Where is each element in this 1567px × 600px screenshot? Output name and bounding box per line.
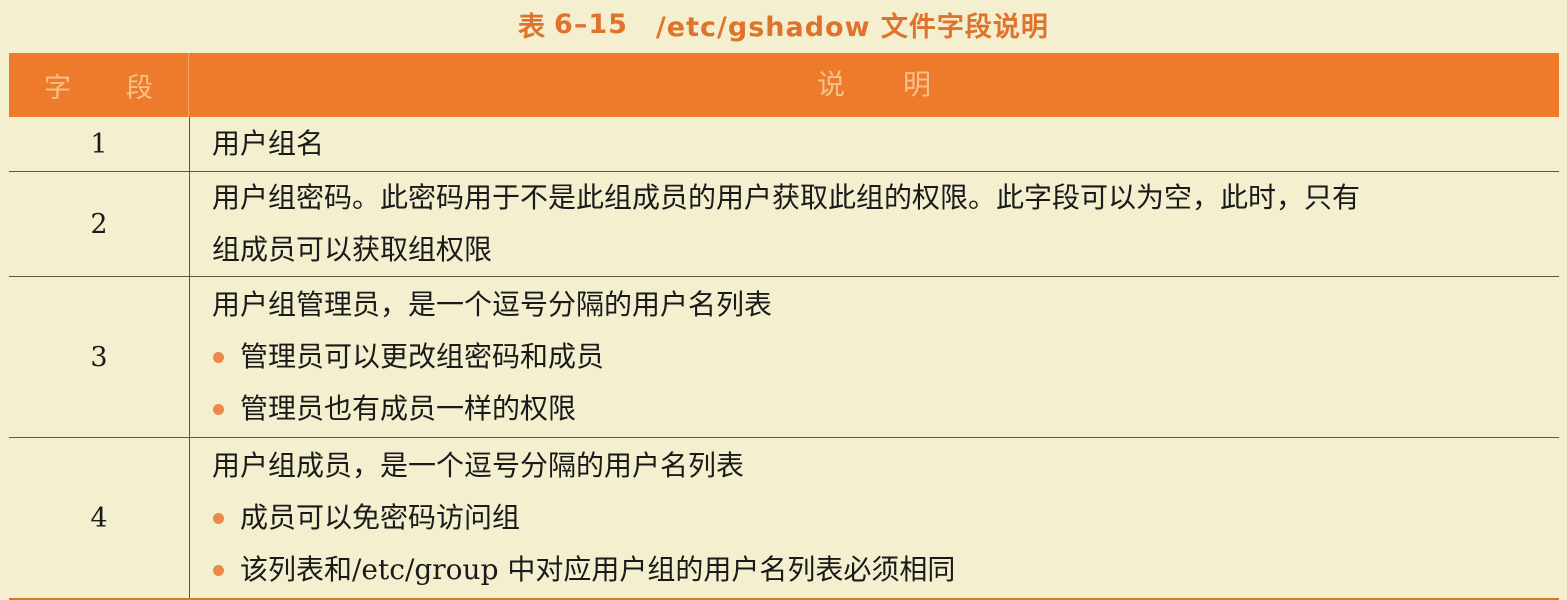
field-description: 用户组名 (190, 117, 1559, 171)
bullet-item: 管理员也有成员一样的权限 (212, 383, 1559, 435)
bullet-item: 成员可以免密码访问组 (212, 492, 1559, 544)
field-number: 1 (9, 117, 190, 171)
header-desc-char-1: 说 (816, 68, 845, 101)
table-header-row: 字 段 说 明 (9, 53, 1559, 117)
field-description: 用户组管理员，是一个逗号分隔的用户名列表 管理员可以更改组密码和成员 管理员也有… (190, 277, 1559, 437)
table-row: 1 用户组名 (9, 117, 1559, 172)
bullet-item: 该列表和/etc/group 中对应用户组的用户名列表必须相同 (212, 544, 1559, 596)
caption-label: 表 (518, 11, 547, 43)
table-row: 4 用户组成员，是一个逗号分隔的用户名列表 成员可以免密码访问组 该列表和/et… (9, 438, 1559, 598)
bullet-dot-icon (213, 512, 224, 524)
field-description: 用户组成员，是一个逗号分隔的用户名列表 成员可以免密码访问组 该列表和/etc/… (190, 438, 1559, 598)
header-field: 字 段 (9, 53, 189, 117)
table-row: 3 用户组管理员，是一个逗号分隔的用户名列表 管理员可以更改组密码和成员 管理员… (9, 277, 1559, 438)
field-number: 4 (9, 438, 190, 598)
caption-title: /etc/gshadow 文件字段说明 (655, 11, 1049, 43)
bullet-text: 该列表和/etc/group 中对应用户组的用户名列表必须相同 (240, 553, 956, 586)
bullet-dot-icon (213, 403, 224, 415)
field-description: 用户组密码。此密码用于不是此组成员的用户获取此组的权限。此字段可以为空，此时，只… (190, 172, 1559, 276)
table-row: 2 用户组密码。此密码用于不是此组成员的用户获取此组的权限。此字段可以为空，此时… (9, 172, 1559, 277)
bullet-dot-icon (213, 564, 224, 576)
bullet-dot-icon (213, 351, 224, 363)
field-number: 2 (9, 172, 190, 276)
bullet-text: 管理员也有成员一样的权限 (240, 392, 577, 425)
header-desc-char-2: 明 (903, 68, 932, 101)
description-line: 组成员可以获取组权限 (212, 233, 493, 266)
description-line: 用户组名 (212, 127, 325, 160)
bullet-text: 管理员可以更改组密码和成员 (240, 340, 605, 373)
header-field-char-1: 字 (44, 72, 71, 104)
description-line: 用户组管理员，是一个逗号分隔的用户名列表 (212, 288, 773, 321)
description-line: 用户组成员，是一个逗号分隔的用户名列表 (212, 449, 745, 482)
header-description: 说 明 (189, 53, 1559, 117)
header-field-char-2: 段 (126, 72, 153, 104)
bullet-item: 管理员可以更改组密码和成员 (212, 331, 1559, 383)
description-line: 用户组密码。此密码用于不是此组成员的用户获取此组的权限。此字段可以为空，此时，只… (212, 181, 1361, 214)
field-number: 3 (9, 277, 190, 437)
table-caption: 表 6–15 /etc/gshadow 文件字段说明 (0, 0, 1567, 48)
gshadow-fields-table: 字 段 说 明 1 用户组名 2 用户组密码。此密码用于不是此组成员的用户获取此… (9, 53, 1559, 600)
bullet-text: 成员可以免密码访问组 (240, 501, 521, 534)
caption-number: 6–15 (554, 8, 628, 40)
